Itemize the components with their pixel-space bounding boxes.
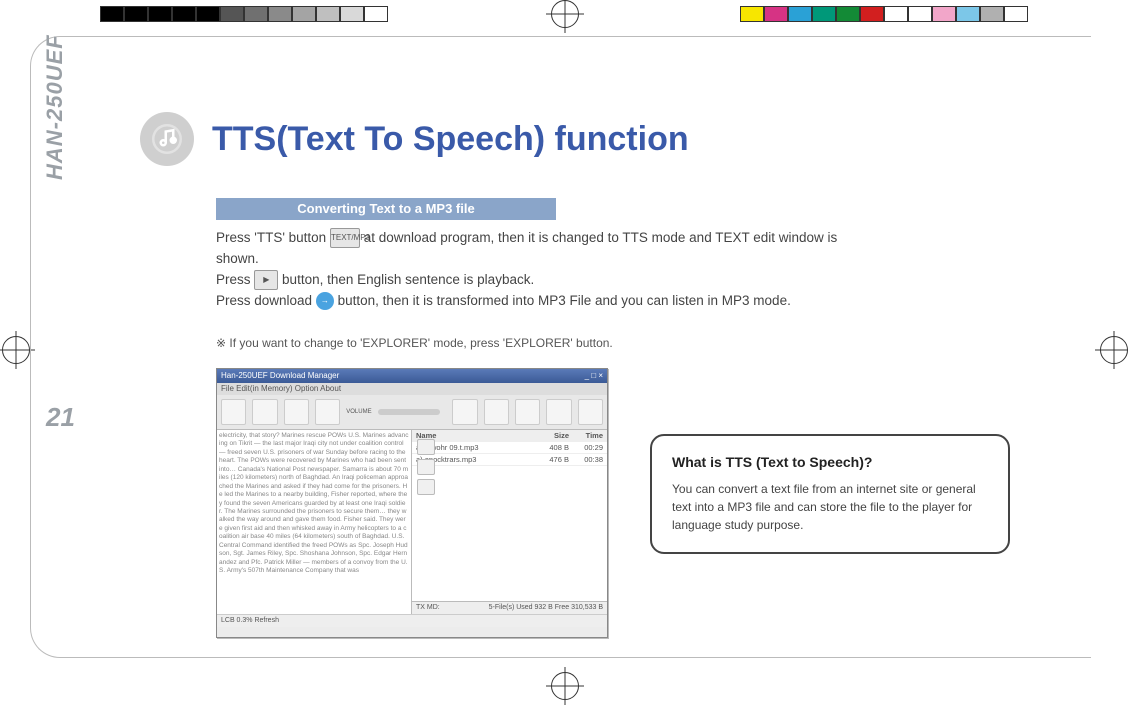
editor-text: electricity, that story? Marines rescue … <box>219 432 409 575</box>
section-heading: Converting Text to a MP3 file <box>216 198 556 220</box>
rename-button[interactable] <box>578 399 603 425</box>
tts-mode-icon: TEXT/MP3 <box>330 228 360 248</box>
text: button, then English sentence is playbac… <box>282 272 534 287</box>
registration-mark <box>2 336 30 364</box>
music-note-icon <box>140 112 194 166</box>
volume-label: VOLUME <box>346 409 371 415</box>
list-item[interactable]: a) enocktrars.mp3 476 B 00:38 <box>412 454 607 466</box>
window-controls: _ □ × <box>585 369 603 383</box>
menu-bar[interactable]: File Edit(in Memory) Option About <box>217 383 607 395</box>
remove-button[interactable] <box>515 399 540 425</box>
app-main: electricity, that story? Marines rescue … <box>217 430 607 614</box>
window-titlebar: Han-250UEF Download Manager _ □ × <box>217 369 607 383</box>
window-title: Han-250UEF Download Manager <box>221 369 339 383</box>
callout-body: You can convert a text file from an inte… <box>672 480 988 534</box>
registration-mark <box>1100 336 1128 364</box>
body-text: Press 'TTS' button TEXT/MP3 at download … <box>216 228 1036 312</box>
status-right: 5-File(s) Used 932 B Free 310,533 B <box>489 602 603 614</box>
text: shown. <box>216 251 259 266</box>
list-item[interactable]: a) utwohr 09.t.mp3 408 B 00:29 <box>412 442 607 454</box>
bottom-bar: LCB 0.3% Refresh <box>217 614 607 627</box>
col-time: Time <box>569 431 603 440</box>
status-bar: TX MD: 5-File(s) Used 932 B Free 310,533… <box>412 601 607 614</box>
status-left: TX MD: <box>416 602 440 614</box>
registration-mark <box>551 0 579 28</box>
play-stop-button[interactable] <box>284 399 309 425</box>
download-manager-window: Han-250UEF Download Manager _ □ × File E… <box>216 368 608 638</box>
text: at download program, then it is changed … <box>364 230 838 245</box>
text-editor-pane[interactable]: electricity, that story? Marines rescue … <box>217 430 412 614</box>
text: Press 'TTS' button <box>216 230 326 245</box>
sidebar: HAN-250UEF <box>42 180 82 480</box>
format-button[interactable] <box>484 399 509 425</box>
file-list-pane: Name Size Time a) utwohr 09.t.mp3 408 B … <box>412 430 607 614</box>
footnote: ※ If you want to change to 'EXPLORER' mo… <box>216 336 613 350</box>
volume-slider[interactable] <box>378 409 441 415</box>
model-label: HAN-250UEF <box>42 0 68 180</box>
info-callout: What is TTS (Text to Speech)? You can co… <box>650 434 1010 554</box>
page-number: 21 <box>46 402 75 433</box>
folder-button[interactable] <box>546 399 571 425</box>
callout-title: What is TTS (Text to Speech)? <box>672 454 988 470</box>
explorer-button[interactable] <box>221 399 246 425</box>
transfer-buttons <box>417 439 435 495</box>
text: Press download <box>216 293 312 308</box>
clear-button[interactable] <box>315 399 340 425</box>
text-play-button[interactable] <box>252 399 277 425</box>
refresh-button[interactable] <box>452 399 477 425</box>
page-title: TTS(Text To Speech) function <box>212 120 689 159</box>
transfer-right-icon[interactable] <box>417 439 435 455</box>
test-play-icon: ▶ <box>254 270 278 290</box>
text: Press <box>216 272 251 287</box>
transfer-all-icon[interactable] <box>417 479 435 495</box>
toolbar: VOLUME <box>217 395 607 430</box>
transfer-left-icon[interactable] <box>417 459 435 475</box>
list-header: Name Size Time <box>412 430 607 442</box>
download-arrow-icon: → <box>316 292 334 310</box>
text: button, then it is transformed into MP3 … <box>338 293 791 308</box>
col-size: Size <box>529 431 569 440</box>
registration-mark <box>551 672 579 700</box>
page-header: TTS(Text To Speech) function <box>140 112 689 166</box>
